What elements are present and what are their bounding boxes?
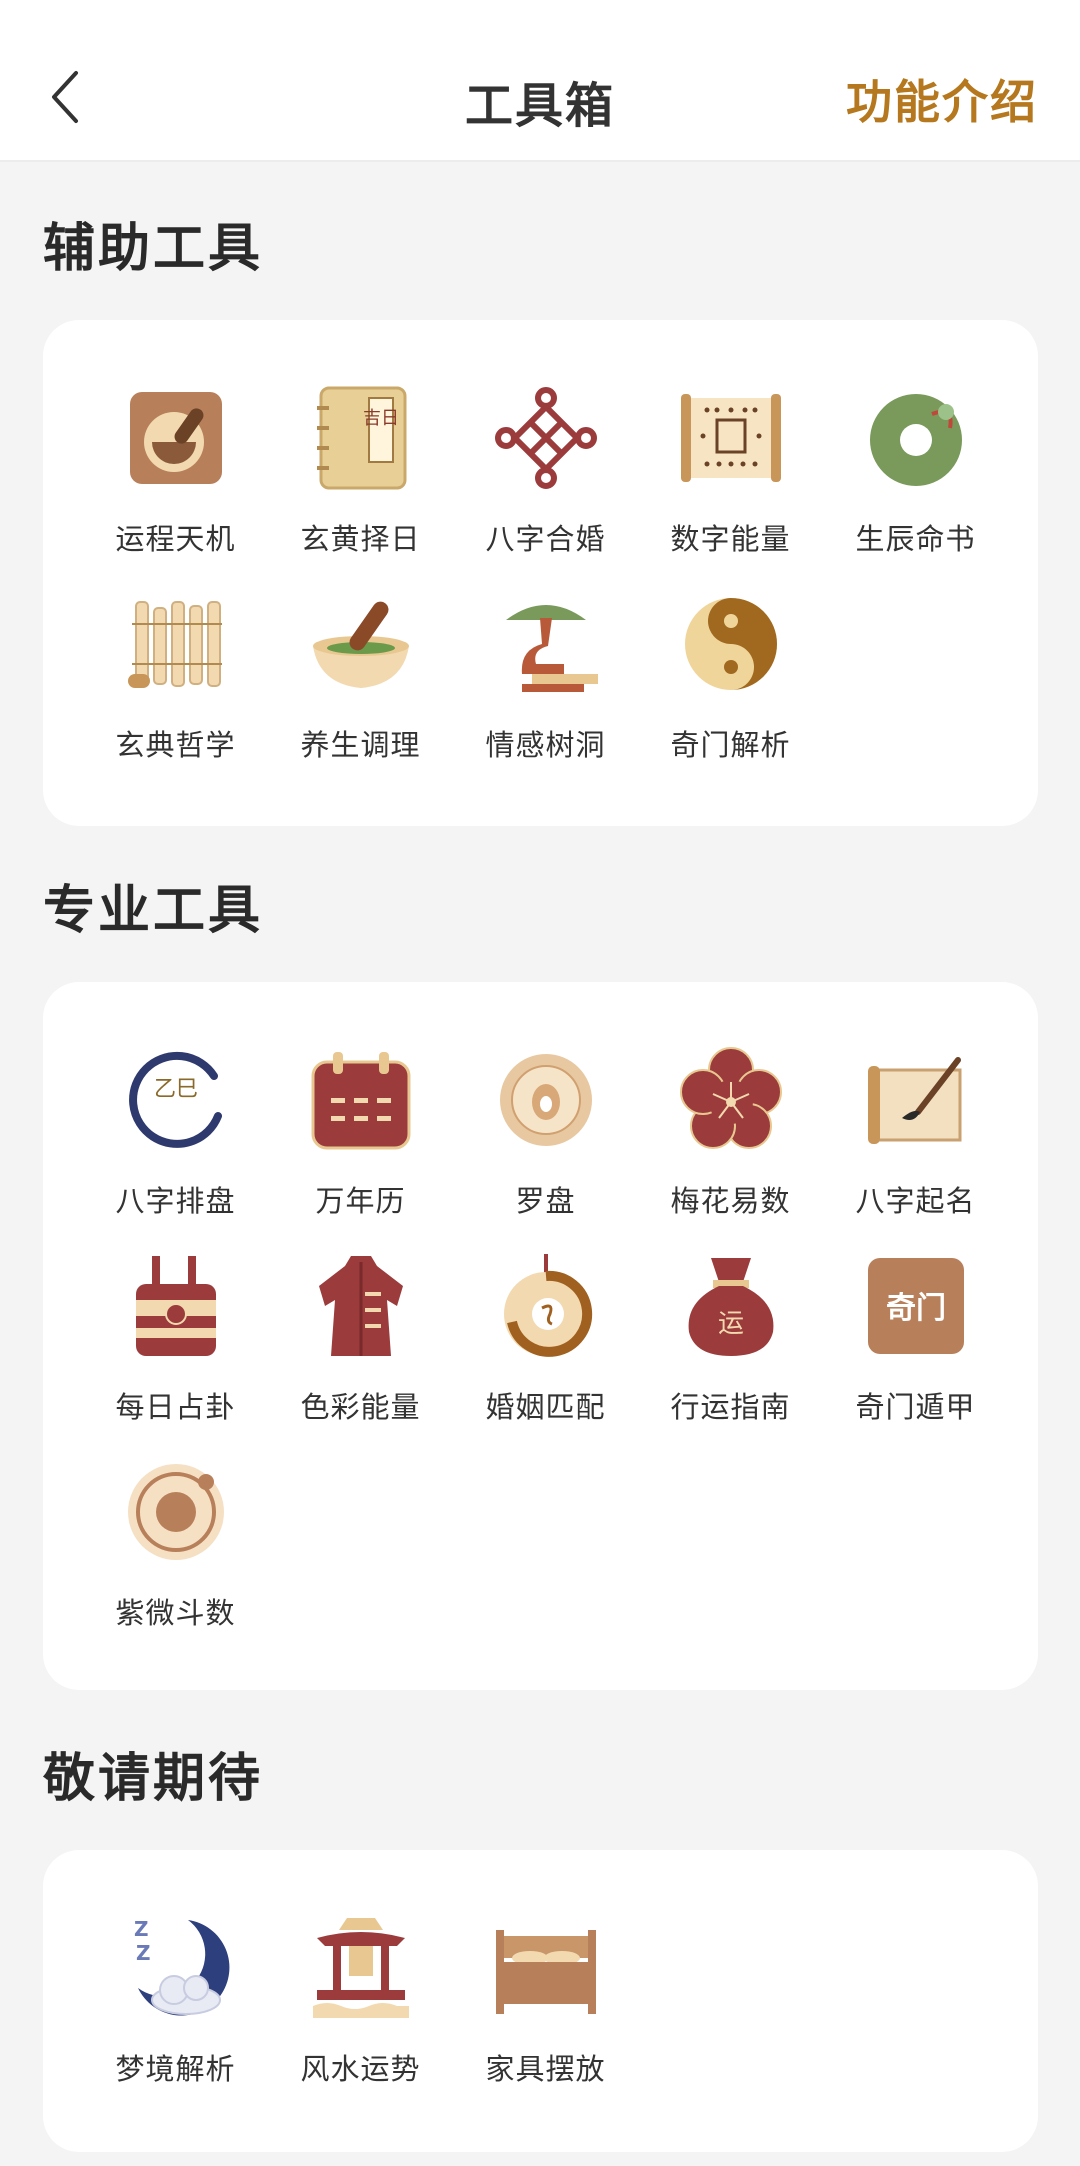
qimen-seal-icon: 奇门 xyxy=(862,1252,970,1360)
tool-label: 风水运势 xyxy=(300,2052,421,2086)
tool-label: 奇门解析 xyxy=(670,728,791,762)
tool-label: 罗盘 xyxy=(515,1184,576,1218)
professional-tools-card: 乙巳 八字排盘 万年历 罗盘 梅花易数 八字起名 每日占卦 色彩能量 婚姻匹配 … xyxy=(43,982,1038,1690)
tool-label: 色彩能量 xyxy=(300,1390,421,1424)
tool-shuzi[interactable]: 数字能量 xyxy=(638,384,823,590)
tool-label: 生辰命书 xyxy=(855,522,976,556)
tool-qimen-dunjia[interactable]: 奇门 奇门遁甲 xyxy=(823,1252,1008,1458)
tool-label: 行运指南 xyxy=(670,1390,791,1424)
qipao-dress-icon xyxy=(307,1252,415,1360)
tool-label: 玄黄择日 xyxy=(300,522,421,556)
tool-meihua[interactable]: 梅花易数 xyxy=(638,1046,823,1252)
tool-label: 八字合婚 xyxy=(485,522,606,556)
tool-hehun[interactable]: 八字合婚 xyxy=(453,384,638,590)
sleep-text: Z xyxy=(136,1941,151,1965)
tool-qinggan[interactable]: 情感树洞 xyxy=(453,590,638,796)
tool-label: 奇门遁甲 xyxy=(855,1390,976,1424)
tool-mengjing[interactable]: ZZ 梦境解析 xyxy=(83,1914,268,2120)
tool-yangsheng[interactable]: 养生调理 xyxy=(268,590,453,796)
almanac-text: 吉日 xyxy=(363,408,399,429)
bed-icon xyxy=(492,1914,600,2022)
tool-label: 数字能量 xyxy=(670,522,791,556)
tool-label: 家具摆放 xyxy=(485,2052,606,2086)
tool-wannianli[interactable]: 万年历 xyxy=(268,1046,453,1252)
calendar-icon xyxy=(307,1046,415,1154)
qimen-text: 奇门 xyxy=(886,1291,946,1326)
jade-disc-icon xyxy=(862,384,970,492)
section-title-professional: 专业工具 xyxy=(43,881,264,941)
chinese-knot-icon xyxy=(492,384,600,492)
tool-shengchen[interactable]: 生辰命书 xyxy=(823,384,1008,590)
bonsai-tree-icon xyxy=(492,590,600,698)
tool-label: 紫微斗数 xyxy=(115,1596,236,1630)
yin-yang-icon xyxy=(677,590,785,698)
compass-icon xyxy=(492,1046,600,1154)
moon-sleep-icon: ZZ xyxy=(122,1914,230,2022)
tool-label: 运程天机 xyxy=(115,522,236,556)
lucky-bag-text: 运 xyxy=(717,1309,743,1339)
tool-zhangua[interactable]: 每日占卦 xyxy=(83,1252,268,1458)
tool-label: 八字起名 xyxy=(855,1184,976,1218)
tool-ziwei[interactable]: 紫微斗数 xyxy=(83,1458,268,1664)
brush-scroll-icon xyxy=(862,1046,970,1154)
tool-label: 每日占卦 xyxy=(115,1390,236,1424)
tool-qiming[interactable]: 八字起名 xyxy=(823,1046,1008,1252)
tool-luopan[interactable]: 罗盘 xyxy=(453,1046,638,1252)
tool-qimen-analysis[interactable]: 奇门解析 xyxy=(638,590,823,796)
tool-yuncheng[interactable]: 运程天机 xyxy=(83,384,268,590)
ink-circle-icon: 乙巳 xyxy=(122,1046,230,1154)
number-scroll-icon xyxy=(677,384,785,492)
tool-label: 万年历 xyxy=(315,1184,406,1218)
tool-hunyin[interactable]: 婚姻匹配 xyxy=(453,1252,638,1458)
section-title-auxiliary: 辅助工具 xyxy=(43,219,264,279)
mortar-pestle-icon xyxy=(307,590,415,698)
pavilion-icon xyxy=(307,1914,415,2022)
sleep-text: Z xyxy=(134,1917,149,1941)
tool-xuanhuang[interactable]: 吉日 玄黄择日 xyxy=(268,384,453,590)
pestle-bowl-icon xyxy=(122,384,230,492)
tool-label: 梅花易数 xyxy=(670,1184,791,1218)
tool-label: 梦境解析 xyxy=(115,2052,236,2086)
coming-soon-card: ZZ 梦境解析 风水运势 家具摆放 xyxy=(43,1850,1038,2152)
tool-xuandian[interactable]: 玄典哲学 xyxy=(83,590,268,796)
ink-text: 乙巳 xyxy=(153,1077,197,1102)
tool-xingyun[interactable]: 运 行运指南 xyxy=(638,1252,823,1458)
orbit-star-icon xyxy=(122,1458,230,1566)
feature-intro-link[interactable]: 功能介绍 xyxy=(846,66,1038,132)
tool-label: 情感树洞 xyxy=(485,728,606,762)
divination-tube-icon xyxy=(122,1252,230,1360)
bamboo-slips-icon xyxy=(122,590,230,698)
tool-bazi-paipan[interactable]: 乙巳 八字排盘 xyxy=(83,1046,268,1252)
tool-label: 八字排盘 xyxy=(115,1184,236,1218)
top-bar: 工具箱 功能介绍 xyxy=(0,0,1080,162)
tool-label: 婚姻匹配 xyxy=(485,1390,606,1424)
plum-blossom-icon xyxy=(677,1046,785,1154)
jade-pendant-icon xyxy=(492,1252,600,1360)
lucky-bag-icon: 运 xyxy=(677,1252,785,1360)
tool-secai[interactable]: 色彩能量 xyxy=(268,1252,453,1458)
tool-jiaju[interactable]: 家具摆放 xyxy=(453,1914,638,2120)
tool-fengshui[interactable]: 风水运势 xyxy=(268,1914,453,2120)
auxiliary-tools-card: 运程天机 吉日 玄黄择日 八字合婚 数字能量 生辰命书 玄典哲学 养生调理 情感… xyxy=(43,320,1038,826)
tool-label: 养生调理 xyxy=(300,728,421,762)
tool-label: 玄典哲学 xyxy=(115,728,236,762)
section-title-coming-soon: 敬请期待 xyxy=(43,1749,264,1809)
almanac-book-icon: 吉日 xyxy=(307,384,415,492)
